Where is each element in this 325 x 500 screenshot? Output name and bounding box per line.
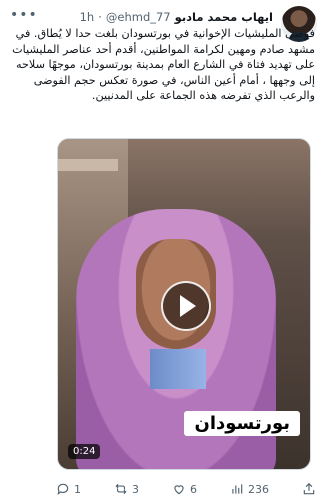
author-name[interactable]: ايهاب محمد مادبو bbox=[175, 10, 273, 24]
separator-dot: · bbox=[98, 10, 102, 24]
reply-icon bbox=[57, 483, 69, 496]
video-caption: بورتسودان bbox=[184, 411, 300, 436]
video-subject-shirt bbox=[150, 349, 206, 389]
views-count: 236 bbox=[248, 482, 269, 496]
like-button[interactable]: 6 bbox=[172, 482, 197, 496]
views-button[interactable]: 236 bbox=[230, 482, 269, 496]
views-icon bbox=[232, 484, 243, 494]
more-icon[interactable]: ••• bbox=[10, 8, 38, 22]
reply-count: 1 bbox=[74, 482, 81, 496]
video-player[interactable]: بورتسودان 0:24 bbox=[57, 138, 311, 470]
heart-icon bbox=[174, 485, 184, 495]
action-bar: 1 3 6 236 bbox=[56, 480, 316, 498]
tweet[interactable]: ايهاب محمد مادبو @ehmd_77 · 1h ••• فوضى … bbox=[0, 0, 325, 500]
reply-button[interactable]: 1 bbox=[56, 482, 81, 496]
author-handle[interactable]: @ehmd_77 bbox=[106, 10, 171, 24]
like-count: 6 bbox=[190, 482, 197, 496]
timestamp[interactable]: 1h bbox=[80, 10, 95, 24]
retweet-icon bbox=[115, 483, 127, 495]
share-button[interactable] bbox=[302, 482, 316, 496]
tweet-text: فوضى المليشيات الإخوانية في بورتسودان بل… bbox=[12, 27, 315, 102]
video-duration: 0:24 bbox=[68, 444, 101, 459]
share-icon bbox=[303, 482, 315, 495]
author-meta: ايهاب محمد مادبو @ehmd_77 · 1h bbox=[80, 10, 273, 24]
retweet-count: 3 bbox=[132, 482, 139, 496]
video-background-strip bbox=[58, 159, 118, 171]
play-icon[interactable] bbox=[161, 281, 211, 331]
retweet-button[interactable]: 3 bbox=[114, 482, 139, 496]
